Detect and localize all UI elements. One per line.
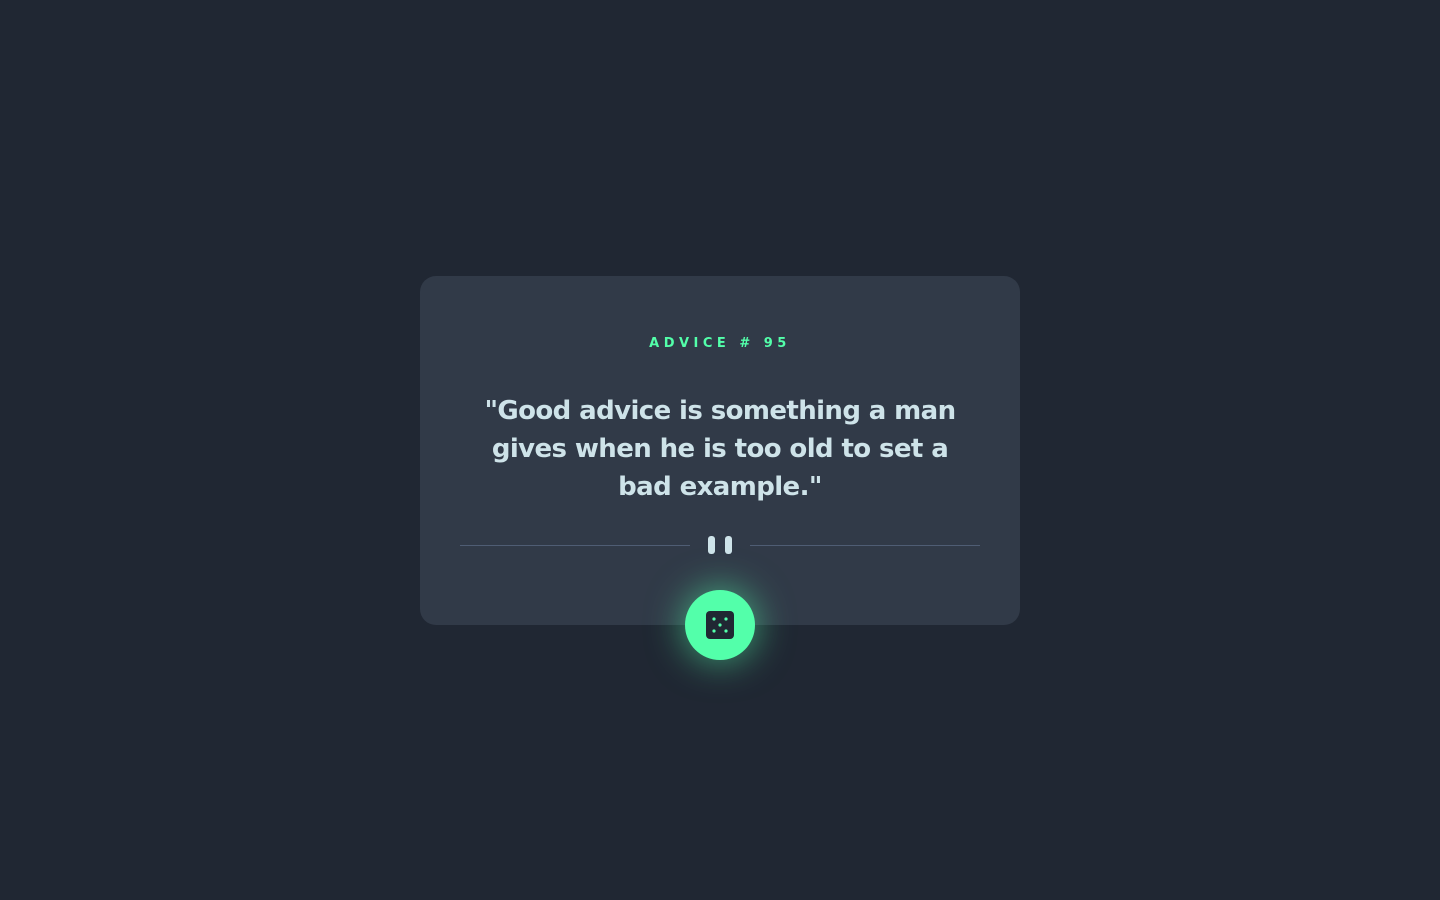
divider-line-left [460,545,690,546]
advice-card: ADVICE # 95 "Good advice is something a … [420,276,1020,625]
advice-heading: ADVICE # 95 [649,336,791,351]
pause-icon [708,536,732,554]
dice-icon [706,611,734,639]
pause-bar-left [708,536,715,554]
divider-line-right [750,545,980,546]
advice-quote: "Good advice is something a man gives wh… [484,396,956,502]
pause-bar-right [725,536,732,554]
new-advice-button[interactable] [685,590,755,660]
divider [460,534,980,556]
page: ADVICE # 95 "Good advice is something a … [0,0,1440,900]
